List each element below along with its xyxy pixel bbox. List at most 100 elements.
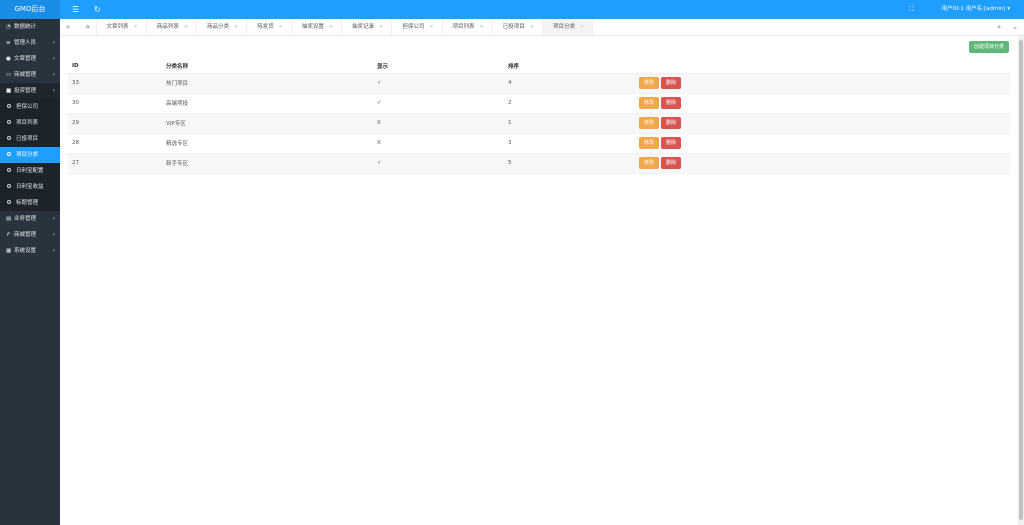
sidebar-sub-label: 担保公司 [16, 104, 39, 110]
column-header-actions [635, 60, 1010, 74]
close-icon[interactable]: × [580, 24, 584, 30]
cell-id: 27 [68, 153, 162, 174]
cell-id: 30 [68, 93, 162, 114]
sidebar-sub-titles[interactable]: 标题管理 [0, 195, 60, 211]
sidebar: ◔ 数据统计 ≡ 管理人员 › ● 文章管理 › ▭ 商城管理 › ■ 投资管理 › 担保公司 项… [0, 19, 60, 525]
sidebar-item-business[interactable]: ▤ 业务管理 › [0, 211, 60, 227]
chevron-right-icon: › [52, 55, 55, 62]
tabs-scroll-left-icon[interactable]: « [62, 19, 74, 35]
sidebar-sub-label: 标题管理 [16, 200, 39, 206]
edit-button[interactable]: 修改 [639, 97, 660, 109]
close-icon[interactable]: × [530, 24, 534, 30]
edit-button[interactable]: 修改 [639, 137, 660, 149]
tab-lottery-records[interactable]: 抽奖记录 × [342, 19, 393, 35]
tab-pending-shipment[interactable]: 待发货 × [247, 19, 292, 35]
tab-label: 文章列表 [106, 24, 129, 30]
sidebar-sub-label: 项目分类 [16, 152, 39, 158]
cell-name: 热门项目 [162, 73, 373, 94]
tab-project-categories[interactable]: 项目分类 × [542, 19, 594, 35]
delete-button[interactable]: 删除 [661, 157, 682, 169]
edit-button[interactable]: 修改 [639, 77, 660, 89]
close-icon[interactable]: × [279, 24, 283, 30]
menu-toggle-icon[interactable]: ☰ [72, 0, 79, 19]
chevron-right-icon: › [52, 71, 55, 78]
close-icon[interactable]: × [379, 24, 383, 30]
cell-actions: 修改 删除 [635, 133, 1010, 154]
close-icon[interactable]: × [184, 24, 188, 30]
tab-invested[interactable]: 已投项目 × [493, 19, 543, 35]
create-category-button[interactable]: 创建项目分类 [968, 41, 1009, 53]
dashboard-icon: ◔ [6, 24, 11, 30]
main-content: 创建项目分类 ID 分类名称 显示 排序 33 热门项目 ✓ 4 修改 删除 30… [60, 36, 1018, 525]
tab-label: 商品分类 [206, 24, 229, 30]
chevron-down-icon[interactable]: ⌄ [1009, 19, 1021, 35]
tab-label: 商品列表 [156, 24, 179, 30]
sidebar-item-investment[interactable]: ■ 投资管理 › [0, 83, 60, 99]
sidebar-item-admins[interactable]: ≡ 管理人员 › [0, 35, 60, 51]
close-icon[interactable]: × [480, 24, 484, 30]
sidebar-item-label: 文章管理 [14, 56, 37, 62]
tabs-scroll-right-icon[interactable]: » [993, 19, 1005, 35]
column-header-show: 显示 [373, 60, 504, 74]
sidebar-item-shop[interactable]: ▭ 商城管理 › [0, 67, 60, 83]
sidebar-item-stats[interactable]: ◔ 数据统计 [0, 19, 60, 35]
tab-product-categories[interactable]: 商品分类 × [197, 19, 248, 35]
edit-button[interactable]: 修改 [639, 117, 660, 129]
tab-label: 抽奖设置 [301, 24, 324, 30]
table-row: 29 VIP专区 X 1 修改 删除 [68, 113, 1010, 134]
sidebar-sub-guarantee[interactable]: 担保公司 [0, 99, 60, 115]
refresh-icon[interactable]: ↻ [94, 0, 101, 19]
edit-button[interactable]: 修改 [639, 157, 660, 169]
tab-label: 抽奖记录 [352, 24, 375, 30]
tab-lottery-settings[interactable]: 抽奖设置 × [292, 19, 343, 35]
tab-label: 项目列表 [452, 24, 475, 30]
monitor-icon: ▭ [6, 72, 12, 78]
cell-id: 33 [68, 73, 162, 94]
sidebar-sub-daily-config[interactable]: 日利宝配置 [0, 163, 60, 179]
delete-button[interactable]: 删除 [661, 97, 682, 109]
cell-name: VIP专区 [162, 113, 373, 134]
table-header-row: ID 分类名称 显示 排序 [68, 60, 1010, 74]
sidebar-item-settings[interactable]: ▦ 系统设置 › [0, 243, 60, 259]
sidebar-sub-label: 日利宝配置 [16, 168, 44, 174]
close-icon[interactable]: × [234, 24, 238, 30]
tab-products[interactable]: 商品列表 × [147, 19, 197, 35]
cell-sort: 2 [504, 93, 635, 114]
chevron-right-icon: › [52, 215, 55, 222]
fullscreen-icon[interactable]: ⛶ [909, 0, 914, 19]
close-icon[interactable]: × [134, 24, 138, 30]
table-icon: ▤ [6, 216, 12, 222]
sidebar-sub-label: 日利宝收益 [16, 184, 44, 190]
sidebar-item-label: 投资管理 [14, 88, 37, 94]
circle-icon [7, 167, 11, 172]
tab-articles[interactable]: 文章列表 × [97, 19, 147, 35]
delete-button[interactable]: 删除 [661, 77, 682, 89]
chevron-right-icon: › [52, 39, 55, 46]
cell-name: 精选专区 [162, 133, 373, 154]
user-menu[interactable]: 用户ID:1 用户名:[admin] ▾ [942, 0, 1010, 19]
circle-icon [7, 103, 11, 108]
sidebar-item-articles[interactable]: ● 文章管理 › [0, 51, 60, 67]
vertical-scrollbar[interactable] [1018, 36, 1024, 525]
sidebar-sub-categories[interactable]: 项目分类 [0, 147, 60, 163]
tab-label: 项目分类 [552, 24, 575, 30]
cell-sort: 1 [504, 113, 635, 134]
cell-sort: 3 [504, 133, 635, 154]
tab-home[interactable]: ⌂ [80, 19, 97, 35]
folder-icon: ■ [6, 88, 12, 94]
close-icon[interactable]: × [329, 24, 333, 30]
delete-button[interactable]: 删除 [661, 137, 682, 149]
sidebar-sub-invested[interactable]: 已投项目 [0, 131, 60, 147]
app-logo[interactable]: GMO后台 [0, 0, 60, 19]
cell-name: 新手专区 [162, 153, 373, 174]
sidebar-sub-projects[interactable]: 项目列表 [0, 115, 60, 131]
tab-bar: « ⌂ 文章列表 × 商品列表 × 商品分类 × 待发货 × 抽奖设置 × 抽奖记录 × 担… [60, 19, 1024, 36]
sidebar-sub-label: 已投项目 [16, 136, 39, 142]
sidebar-sub-daily-income[interactable]: 日利宝收益 [0, 179, 60, 195]
tab-guarantee[interactable]: 担保公司 × [392, 19, 443, 35]
close-icon[interactable]: × [429, 24, 433, 30]
sidebar-item-mall[interactable]: ↱ 商城管理 › [0, 227, 60, 243]
tab-projects[interactable]: 项目列表 × [443, 19, 493, 35]
delete-button[interactable]: 删除 [661, 117, 682, 129]
scrollbar-thumb[interactable] [1019, 40, 1023, 520]
